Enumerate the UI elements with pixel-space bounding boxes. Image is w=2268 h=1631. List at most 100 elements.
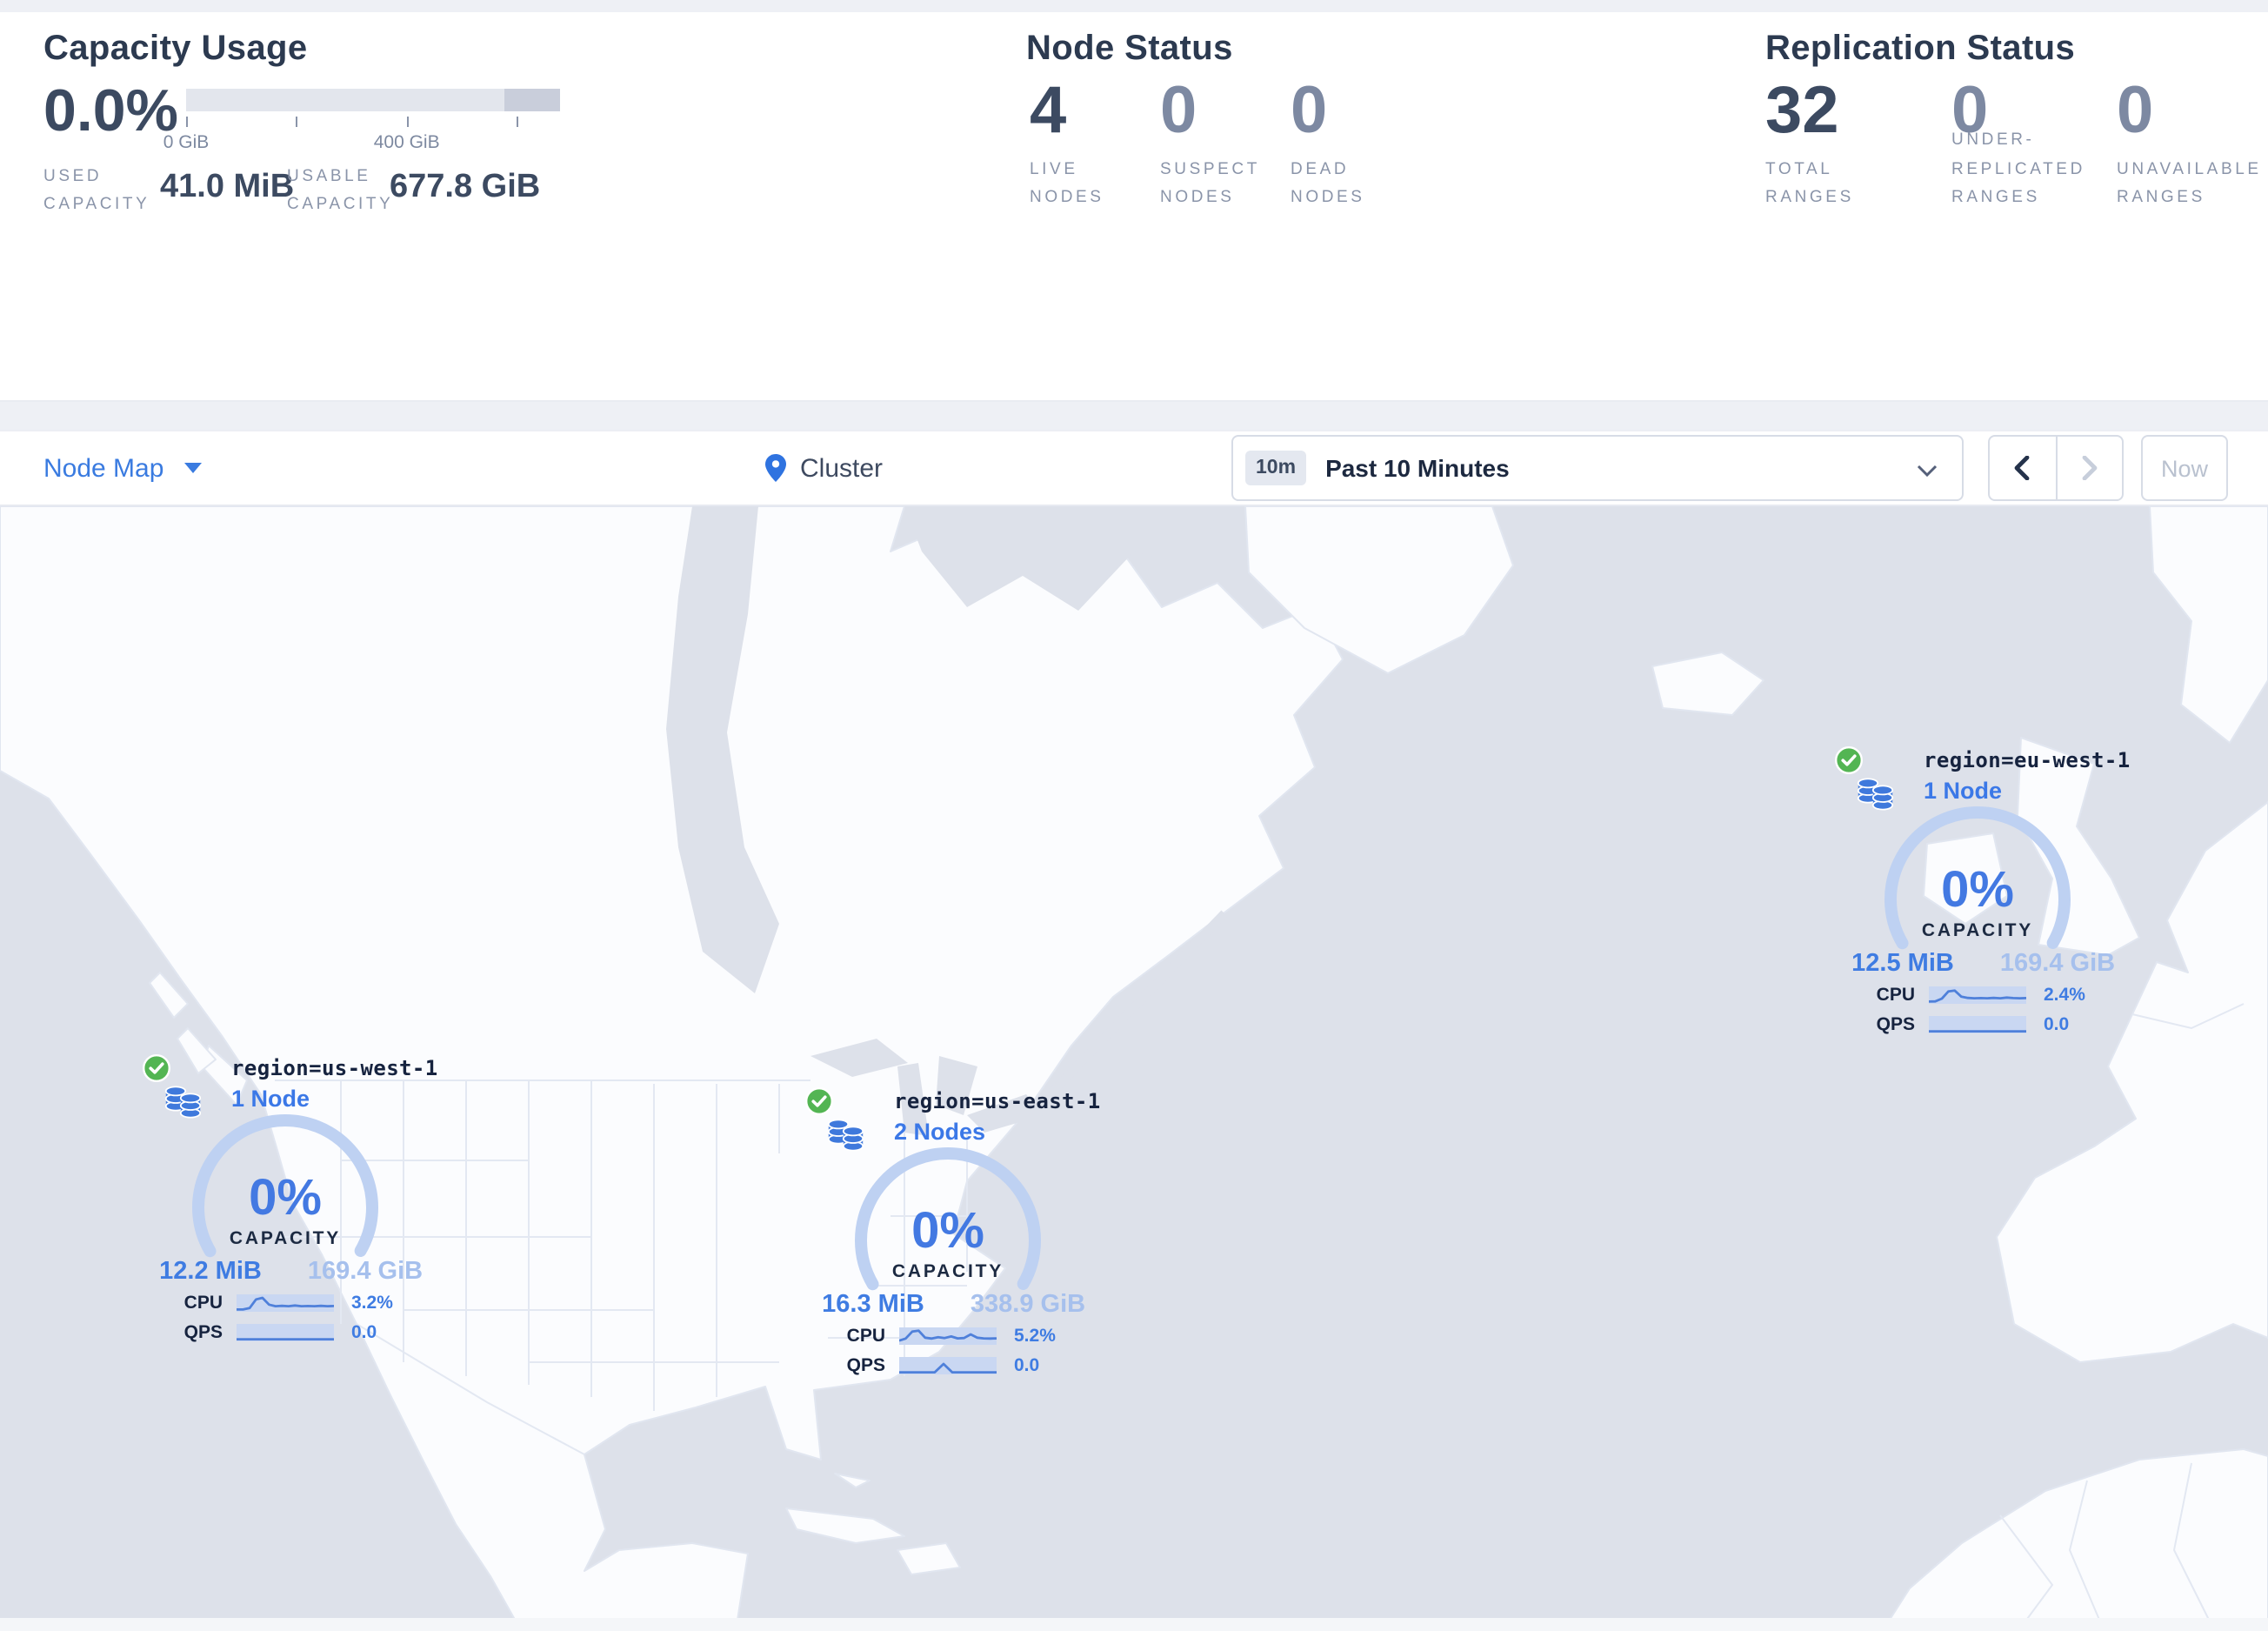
capacity-usage-section: Capacity Usage 0.0% 0 GiB 400 GiB USED CA… [43, 12, 983, 400]
region-qps-row: QPS 0.0 [77, 1321, 494, 1342]
qps-value: 0.0 [351, 1321, 377, 1342]
time-range-badge: 10m [1245, 451, 1307, 485]
chevron-right-icon [2082, 456, 2097, 480]
usable-capacity-value: 677.8 GiB [390, 169, 541, 205]
region-capacity-percent: 0% [249, 1171, 322, 1227]
region-label: region=eu-west-1 [1924, 748, 2131, 772]
cpu-sparkline [899, 1327, 997, 1345]
qps-sparkline [1929, 1015, 2026, 1033]
region-cpu-row: CPU 3.2% [77, 1293, 494, 1313]
cpu-sparkline [237, 1294, 334, 1312]
region-capacity-caption: CAPACITY [1921, 920, 2034, 941]
qps-sparkline [237, 1323, 334, 1340]
cpu-label: CPU [846, 1326, 885, 1347]
marker-header: region=us-east-1 2 Nodes [894, 1089, 1101, 1145]
sparkline-chart [899, 1361, 997, 1374]
capacity-usage-title: Capacity Usage [43, 30, 308, 68]
chevron-left-icon [2015, 456, 2030, 480]
sparkline-chart [1929, 1029, 2026, 1033]
used-capacity-value: 41.0 MiB [160, 169, 295, 205]
map-footer-strip [0, 1618, 2268, 1631]
region-marker-us-east-1[interactable]: region=us-east-1 2 Nodes 0% CAPACITY 16.3 Mi… [739, 1066, 1157, 1388]
region-label: region=us-west-1 [231, 1056, 438, 1080]
qps-sparkline [899, 1356, 997, 1374]
sparkline-chart [237, 1337, 334, 1340]
cpu-sparkline [1929, 986, 2026, 1004]
region-node-count[interactable]: 2 Nodes [894, 1119, 1101, 1145]
capacity-axis: 0 GiB 400 GiB [163, 115, 560, 160]
cpu-label: CPU [1876, 985, 1915, 1006]
stat-value: 32 [1765, 75, 1839, 148]
now-button[interactable]: Now [2141, 435, 2228, 501]
replication-status-title: Replication Status [1765, 30, 2076, 68]
region-node-count[interactable]: 1 Node [1924, 778, 2131, 804]
time-forward-button[interactable] [2055, 437, 2122, 499]
sparkline-chart [1929, 989, 2026, 1003]
region-total-capacity: 169.4 GiB [1999, 950, 2116, 978]
location-pin-icon [765, 454, 786, 482]
used-capacity-label: USED CAPACITY [43, 167, 150, 215]
cluster-summary-panel: Capacity Usage 0.0% 0 GiB 400 GiB USED CA… [0, 12, 2268, 402]
qps-label: QPS [183, 1321, 223, 1342]
now-button-label: Now [2160, 455, 2208, 481]
region-total-capacity: 338.9 GiB [970, 1291, 1086, 1319]
stat-label: UNAVAILABLE RANGES [2117, 159, 2262, 208]
cpu-label: CPU [183, 1293, 223, 1313]
marker-header: region=us-west-1 1 Node [231, 1056, 438, 1112]
time-range-dropdown[interactable]: 10m Past 10 Minutes [1231, 435, 1964, 501]
region-marker-us-west-1[interactable]: region=us-west-1 1 Node 0% CAPACITY 12.2 MiB… [77, 1033, 494, 1355]
qps-label: QPS [1876, 1013, 1915, 1034]
capacity-bar [186, 89, 560, 111]
region-node-count[interactable]: 1 Node [231, 1086, 438, 1112]
time-range-label: Past 10 Minutes [1325, 454, 1510, 482]
stat-label: TOTAL RANGES [1765, 159, 1854, 208]
region-total-capacity: 169.4 GiB [307, 1258, 424, 1286]
time-pager [1988, 435, 2124, 501]
stat-column: 32 TOTAL RANGES [1765, 78, 1931, 214]
sparkline-chart [899, 1329, 997, 1342]
breadcrumb-label: Cluster [800, 453, 884, 483]
stat-value: 0 [2117, 75, 2154, 148]
node-map: region=us-west-1 1 Node 0% CAPACITY 12.2 MiB… [0, 506, 2268, 1631]
healthy-check-icon [804, 1086, 834, 1116]
stat-label: UNDER- REPLICATED RANGES [1951, 130, 2085, 208]
stat-label: DEAD NODES [1291, 159, 1365, 208]
view-mode-dropdown[interactable]: Node Map [43, 431, 203, 505]
qps-value: 0.0 [2044, 1013, 2070, 1034]
chevron-down-icon [184, 463, 203, 473]
qps-value: 0.0 [1014, 1354, 1040, 1375]
cpu-value: 3.2% [351, 1293, 393, 1313]
healthy-check-icon [142, 1053, 171, 1083]
region-marker-eu-west-1[interactable]: region=eu-west-1 1 Node 0% CAPACITY 12.5 MiB… [1769, 725, 2186, 1047]
cpu-value: 2.4% [2044, 985, 2085, 1006]
healthy-check-icon [1834, 745, 1864, 775]
stat-column: 0 UNDER- REPLICATED RANGES [1951, 78, 2111, 214]
tick-mark [406, 117, 409, 127]
region-qps-row: QPS 0.0 [1769, 1013, 2186, 1034]
marker-header: region=eu-west-1 1 Node [1924, 748, 2131, 804]
region-qps-row: QPS 0.0 [739, 1354, 1157, 1375]
used-capacity: USED CAPACITY 41.0 MiB [43, 164, 294, 220]
region-label: region=us-east-1 [894, 1089, 1101, 1113]
region-cpu-row: CPU 2.4% [1769, 985, 2186, 1006]
usable-capacity: USABLE CAPACITY 677.8 GiB [287, 164, 540, 220]
node-status-section: Node Status 4 LIVE NODES 0 SUSPECT NODES 0 DE… [1026, 12, 1722, 400]
stat-value: 0 [1291, 75, 1328, 148]
stat-value: 4 [1030, 75, 1067, 148]
node-status-title: Node Status [1026, 30, 1233, 68]
sparkline-chart [237, 1296, 334, 1311]
time-back-button[interactable] [1990, 437, 2055, 499]
tick-label: 400 GiB [373, 132, 440, 153]
view-mode-label: Node Map [43, 453, 164, 483]
chevron-down-icon [1917, 465, 1938, 477]
stat-label: LIVE NODES [1030, 159, 1104, 208]
usable-capacity-label: USABLE CAPACITY [287, 167, 394, 215]
breadcrumb[interactable]: Cluster [765, 431, 883, 505]
tick-label: 0 GiB [163, 132, 210, 153]
cluster-overview-page: Capacity Usage 0.0% 0 GiB 400 GiB USED CA… [0, 0, 2268, 1631]
replication-status-section: Replication Status 32 TOTAL RANGES 0 UNDER-… [1765, 12, 2268, 400]
region-capacity-caption: CAPACITY [229, 1228, 342, 1249]
region-capacity-percent: 0% [911, 1204, 984, 1260]
tick-mark [296, 117, 298, 127]
stat-column: 0 UNAVAILABLE RANGES [2117, 78, 2268, 214]
